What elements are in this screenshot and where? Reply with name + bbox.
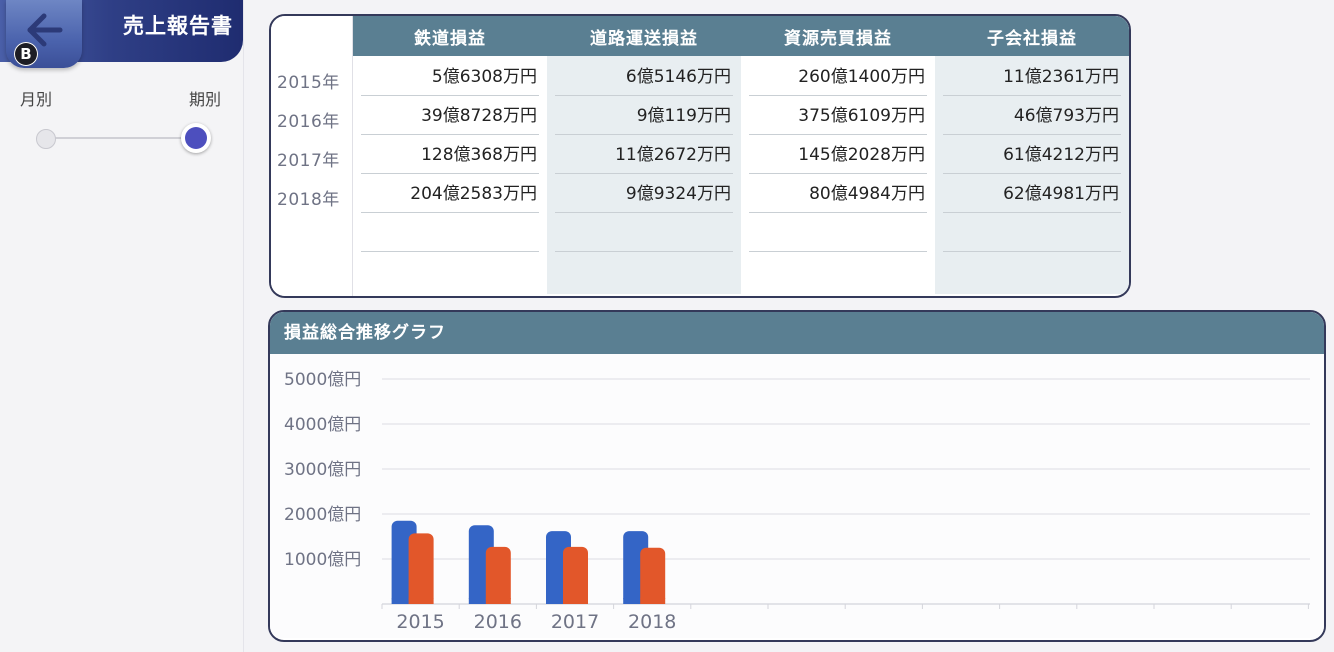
x-tick-label: 2015 bbox=[396, 611, 444, 633]
table-cell: 5億6308万円 bbox=[361, 58, 539, 96]
profit-table: 2015年 2016年 2017年 2018年 鉄道損益 5億6308万円 39… bbox=[269, 14, 1131, 298]
column-road-transport: 道路運送損益 6億5146万円 9億119万円 11億2672万円 9億9324… bbox=[547, 16, 742, 294]
column-subsidiary: 子会社損益 11億2361万円 46億793万円 61億4212万円 62億49… bbox=[935, 16, 1129, 294]
bar-base bbox=[640, 598, 666, 604]
table-cell: 62億4981万円 bbox=[943, 175, 1121, 213]
period-label[interactable]: 期別 bbox=[189, 86, 221, 110]
table-cell: 128億368万円 bbox=[361, 136, 539, 174]
view-slider-thumb[interactable] bbox=[181, 123, 211, 153]
table-cell: 61億4212万円 bbox=[943, 136, 1121, 174]
view-slider-track[interactable] bbox=[46, 137, 196, 139]
year-label: 2018年 bbox=[277, 190, 340, 210]
table-cell: 375億6109万円 bbox=[749, 97, 927, 135]
table-cell: 260億1400万円 bbox=[749, 58, 927, 96]
y-tick-label: 3000億円 bbox=[284, 460, 361, 480]
x-tick-label: 2018 bbox=[628, 611, 676, 633]
table-cell: 145億2028万円 bbox=[749, 136, 927, 174]
bar-base bbox=[485, 598, 511, 604]
year-label: 2017年 bbox=[277, 151, 340, 171]
x-tick-label: 2017 bbox=[551, 611, 599, 633]
y-tick-label: 2000億円 bbox=[284, 505, 361, 525]
table-cell-empty bbox=[555, 214, 733, 252]
bar bbox=[640, 547, 666, 604]
column-header: 資源売買損益 bbox=[741, 16, 936, 56]
year-column: 2015年 2016年 2017年 2018年 bbox=[271, 16, 353, 296]
table-cell-empty bbox=[749, 214, 927, 252]
table-cell: 11億2672万円 bbox=[555, 136, 733, 174]
page-title: 売上報告書 bbox=[123, 14, 233, 38]
table-cell: 9億119万円 bbox=[555, 97, 733, 135]
table-cell-empty bbox=[361, 214, 539, 252]
y-tick-label: 5000億円 bbox=[284, 370, 361, 390]
year-label: 2015年 bbox=[277, 73, 340, 93]
back-button[interactable]: B bbox=[6, 0, 82, 68]
table-cell: 9億9324万円 bbox=[555, 175, 733, 213]
column-resource-trading: 資源売買損益 260億1400万円 375億6109万円 145億2028万円 … bbox=[741, 16, 936, 294]
column-railway: 鉄道損益 5億6308万円 39億8728万円 128億368万円 204億25… bbox=[353, 16, 548, 294]
monthly-label[interactable]: 月別 bbox=[20, 86, 52, 110]
profit-trend-chart-panel: 損益総合推移グラフ 1000億円 2000億円 3000億円 4000億円 5000億円… bbox=[268, 310, 1326, 642]
column-header: 鉄道損益 bbox=[353, 16, 548, 56]
view-slider-start-stop[interactable] bbox=[36, 129, 56, 149]
chart-area: 1000億円 2000億円 3000億円 4000億円 5000億円 2015 2016 20… bbox=[270, 354, 1324, 638]
y-tick-label: 1000億円 bbox=[284, 550, 361, 570]
table-cell: 204億2583万円 bbox=[361, 175, 539, 213]
bar-base bbox=[563, 598, 588, 604]
bar bbox=[408, 533, 434, 604]
x-tick-label: 2016 bbox=[474, 611, 522, 633]
bar bbox=[485, 546, 511, 604]
column-header: 道路運送損益 bbox=[547, 16, 742, 56]
table-cell-empty bbox=[943, 214, 1121, 252]
table-cell: 11億2361万円 bbox=[943, 58, 1121, 96]
y-tick-label: 4000億円 bbox=[284, 415, 361, 435]
bar bbox=[563, 546, 588, 604]
table-cell: 46億793万円 bbox=[943, 97, 1121, 135]
table-cell: 6億5146万円 bbox=[555, 58, 733, 96]
year-label: 2016年 bbox=[277, 112, 340, 132]
chart-title: 損益総合推移グラフ bbox=[270, 312, 1324, 354]
bar-base bbox=[408, 598, 434, 604]
b-button-badge: B bbox=[14, 42, 38, 66]
table-cell: 80億4984万円 bbox=[749, 175, 927, 213]
column-header: 子会社損益 bbox=[935, 16, 1129, 56]
sidebar: 売上報告書 B 月別 期別 bbox=[0, 0, 244, 652]
bar-chart: 1000億円 2000億円 3000億円 4000億円 5000億円 2015 2016 20… bbox=[284, 370, 1310, 633]
table-cell: 39億8728万円 bbox=[361, 97, 539, 135]
